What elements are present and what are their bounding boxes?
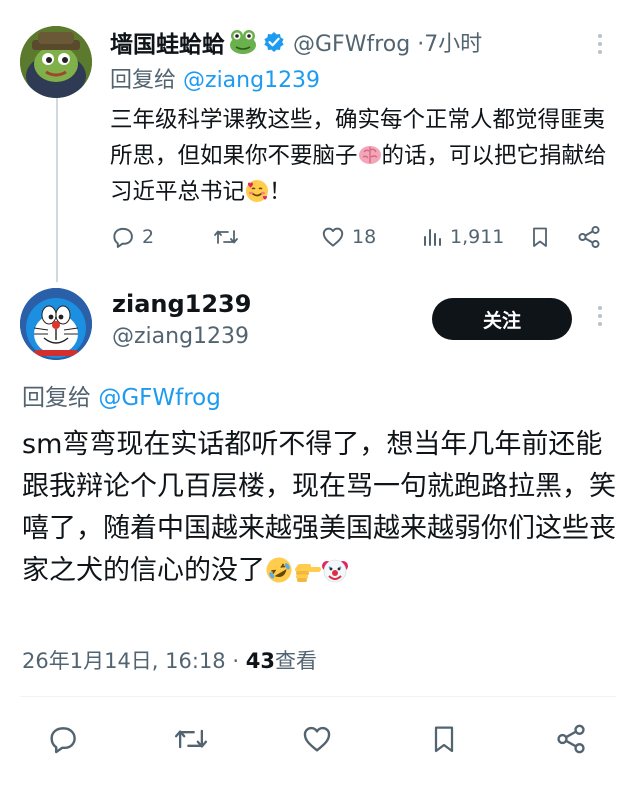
main-tweet-actions xyxy=(0,716,636,766)
avatar[interactable] xyxy=(20,26,92,98)
main-tweet-text: sm弯弯现在实话都听不得了，想当年几年前还能跟我辩论个几百层楼，现在骂一句就跑路… xyxy=(22,424,622,592)
like-icon xyxy=(320,224,346,250)
reply-tweet-header: 墙国蛙蛤蛤 @GFWfrog ·7小时 xyxy=(110,26,482,58)
views-icon xyxy=(422,224,444,250)
handle-text: @GFWfrog xyxy=(293,32,411,57)
author-handle[interactable]: @GFWfrog ·7小时 xyxy=(293,26,482,58)
timestamp[interactable]: 7小时 xyxy=(424,32,482,57)
share-icon xyxy=(554,724,588,760)
clown-face-emoji-icon xyxy=(321,555,349,583)
like-button[interactable]: 18 xyxy=(320,220,376,254)
retweet-icon xyxy=(212,224,240,250)
share-icon xyxy=(576,224,602,250)
bookmark-button[interactable] xyxy=(428,722,460,760)
retweet-button[interactable] xyxy=(212,220,246,254)
reply-count: 2 xyxy=(142,226,155,248)
bookmark-icon xyxy=(428,726,460,760)
author-name[interactable]: 墙国蛙蛤蛤 xyxy=(110,25,225,59)
replying-to: 回复给 @GFWfrog xyxy=(22,378,221,412)
views-count: 43 xyxy=(245,649,275,673)
frog-emoji-icon xyxy=(229,29,257,55)
follow-button[interactable]: 关注 xyxy=(432,298,572,340)
rolling-on-floor-laughing-emoji-icon xyxy=(265,555,293,583)
smiling-face-with-hearts-emoji-icon xyxy=(245,178,269,202)
avatar[interactable] xyxy=(20,288,92,360)
thread-connector-line xyxy=(56,96,58,282)
share-button[interactable] xyxy=(554,722,588,760)
retweet-icon xyxy=(172,729,210,760)
brain-emoji-icon xyxy=(358,142,382,166)
author-handle[interactable]: @ziang1239 xyxy=(112,324,249,349)
reply-button[interactable] xyxy=(46,722,80,760)
like-count: 18 xyxy=(352,226,377,248)
more-icon[interactable] xyxy=(590,34,610,54)
reply-tweet-actions: 2 18 1,911 xyxy=(110,220,610,254)
bookmark-button[interactable] xyxy=(528,220,552,254)
reply-tweet-text: 三年级科学课教这些，确实每个正常人都觉得匪夷所思，但如果你不要脑子 的话，可以把它… xyxy=(110,102,620,210)
author-name[interactable]: ziang1239 xyxy=(112,290,251,318)
reply-prefix: 回复给 xyxy=(22,385,91,411)
views-button[interactable]: 1,911 xyxy=(422,220,504,254)
reply-icon xyxy=(110,224,136,250)
tweet-text-part: ！ xyxy=(269,179,292,205)
more-icon[interactable] xyxy=(590,306,610,326)
like-button[interactable] xyxy=(300,722,334,760)
views-count: 1,911 xyxy=(450,226,505,248)
reply-icon xyxy=(46,727,80,760)
replying-to: 回复给 @ziang1239 xyxy=(110,62,320,94)
mention-link[interactable]: @GFWfrog xyxy=(98,385,221,411)
reply-prefix: 回复给 xyxy=(110,68,177,93)
tweet-metadata: 26年1月14日, 16:18 · 43查看 xyxy=(22,645,317,675)
bookmark-icon xyxy=(528,224,552,250)
mention-link[interactable]: @ziang1239 xyxy=(183,68,320,93)
timestamp[interactable]: 26年1月14日, 16:18 · xyxy=(22,649,239,673)
views-label: 查看 xyxy=(274,649,317,673)
share-button[interactable] xyxy=(576,220,602,254)
divider xyxy=(20,696,616,697)
like-icon xyxy=(300,726,334,760)
retweet-button[interactable] xyxy=(172,722,210,760)
backhand-index-pointing-right-emoji-icon xyxy=(293,555,321,583)
reply-button[interactable]: 2 xyxy=(110,220,154,254)
verified-badge-icon xyxy=(263,31,285,53)
